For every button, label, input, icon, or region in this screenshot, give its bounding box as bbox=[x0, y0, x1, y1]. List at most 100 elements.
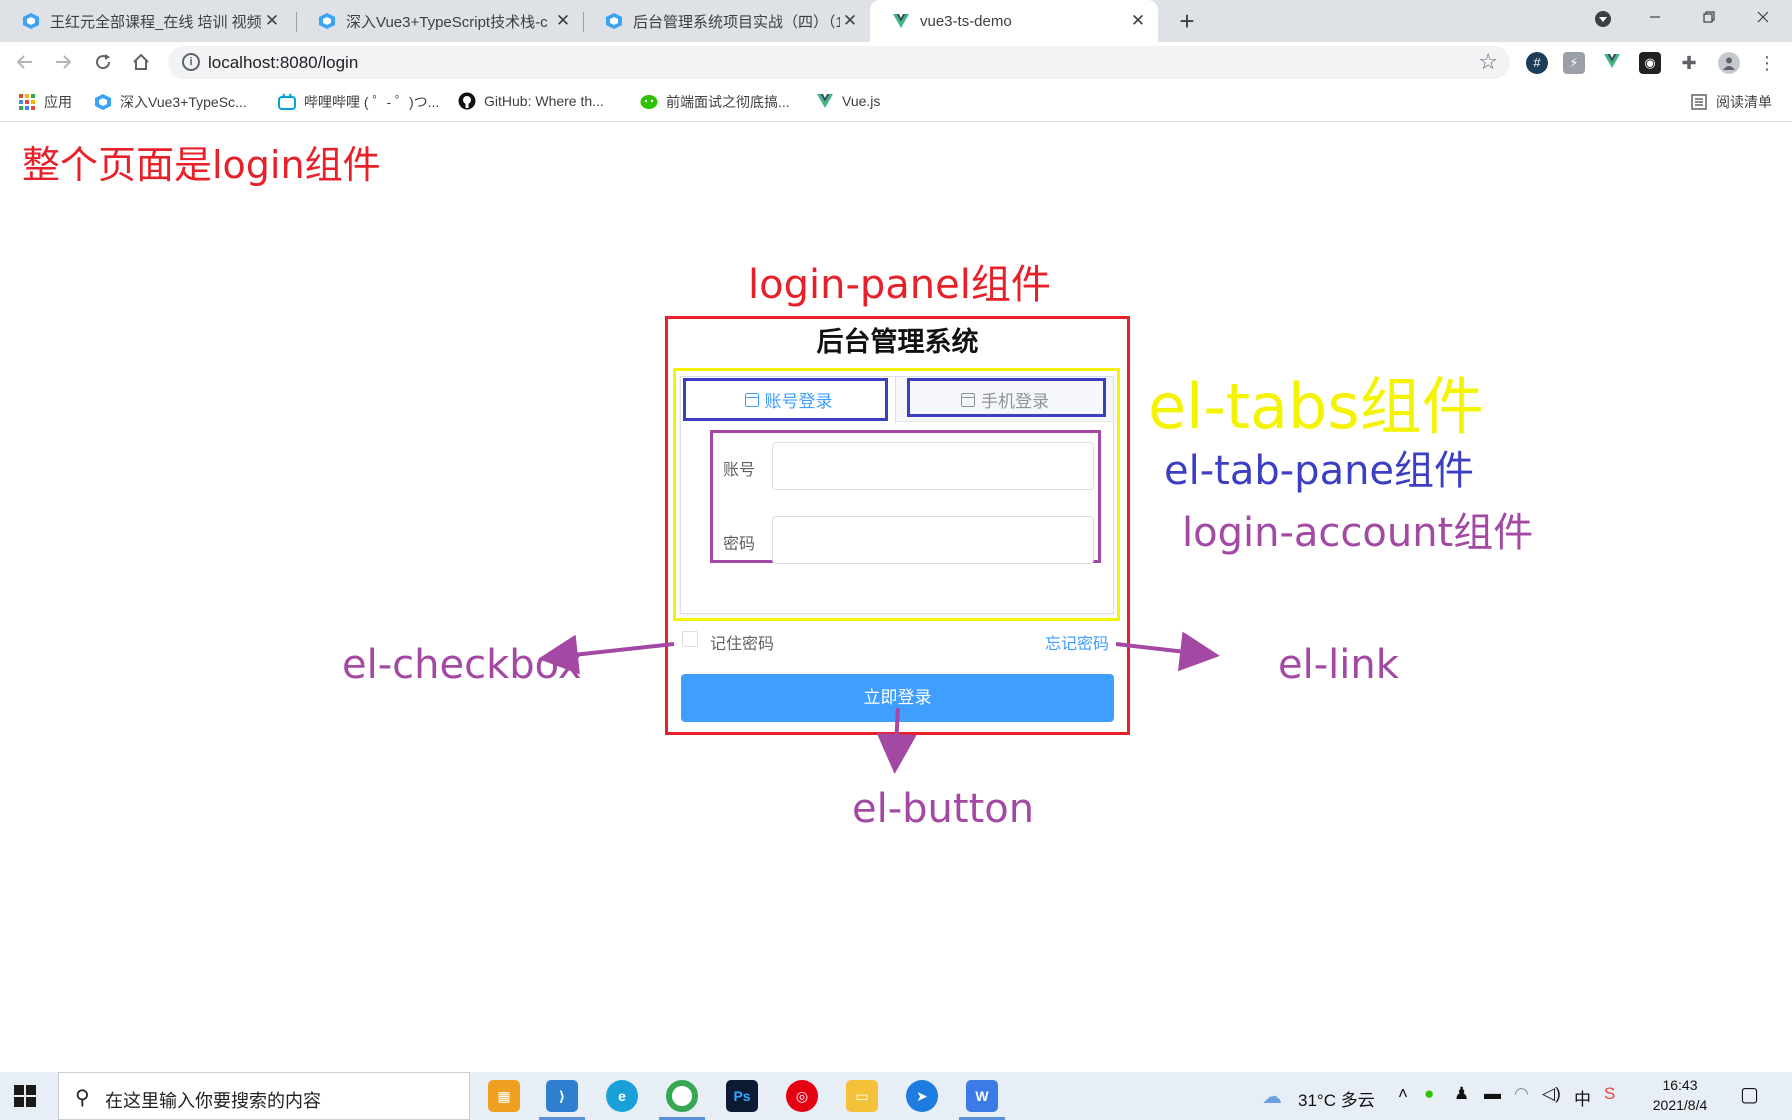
qq-tray-icon[interactable]: ♟ bbox=[1454, 1084, 1469, 1104]
tray-chevron-icon[interactable]: ˄ bbox=[1398, 1084, 1408, 1104]
windows-start-icon[interactable] bbox=[14, 1085, 36, 1107]
browser-toolbar: i localhost:8080/login ☆ # ⚡ ◉ ✚ ⋮ bbox=[0, 42, 1792, 82]
tab-title: 深入Vue3+TypeScript技术栈-c bbox=[346, 13, 548, 31]
app-tray-icon[interactable]: S bbox=[1604, 1084, 1615, 1104]
remember-password-checkbox[interactable] bbox=[682, 631, 698, 647]
photoshop-icon[interactable]: Ps bbox=[726, 1080, 758, 1112]
url-text[interactable]: localhost:8080/login bbox=[208, 53, 358, 73]
account-label: 账号 bbox=[723, 462, 756, 479]
wps-icon[interactable]: W bbox=[966, 1080, 998, 1112]
bookmark-apps[interactable]: 应用 bbox=[18, 92, 72, 112]
reading-list-icon bbox=[1691, 94, 1707, 110]
el-tab-pane-outline-phone bbox=[907, 378, 1106, 417]
network-icon[interactable]: ◠ bbox=[1514, 1084, 1529, 1104]
bookmark-label: 深入Vue3+TypeSc... bbox=[120, 94, 247, 110]
back-icon[interactable] bbox=[10, 47, 40, 77]
new-tab-button[interactable]: + bbox=[1172, 6, 1202, 36]
bilibili-icon bbox=[278, 93, 296, 110]
battery-icon[interactable]: ▬ bbox=[1484, 1084, 1501, 1104]
search-placeholder: 在这里输入你要搜索的内容 bbox=[105, 1091, 321, 1111]
vue-devtools-icon[interactable] bbox=[1601, 52, 1623, 74]
windows-taskbar: ⚲ 在这里输入你要搜索的内容 ▦ ⟩ e Ps ◎ ▭ ➤ W ☁ 31°C 多… bbox=[0, 1072, 1792, 1120]
app-arrow-icon[interactable]: ➤ bbox=[906, 1080, 938, 1112]
annotation-login-page: 整个页面是login组件 bbox=[22, 143, 381, 187]
more-menu-icon[interactable]: ⋮ bbox=[1756, 52, 1778, 74]
tab-title: vue3-ts-demo bbox=[920, 12, 1012, 30]
remember-password-label[interactable]: 记住密码 bbox=[710, 630, 774, 654]
close-tab-icon[interactable]: ✕ bbox=[262, 11, 282, 31]
bookmark-label: 前端面试之彻底搞... bbox=[666, 94, 790, 110]
bookmark-bilibili[interactable]: 哔哩哔哩 ( ゜- ゜)つ... bbox=[278, 92, 439, 112]
login-submit-button[interactable]: 立即登录 bbox=[681, 674, 1114, 722]
extensions-puzzle-icon[interactable]: ✚ bbox=[1678, 52, 1700, 74]
extension-dark-icon[interactable]: ◉ bbox=[1639, 52, 1661, 74]
vue-icon bbox=[817, 94, 833, 108]
bookmark-label: 哔哩哔哩 ( ゜- ゜)つ... bbox=[304, 94, 440, 110]
restore-icon[interactable] bbox=[1682, 0, 1736, 38]
file-explorer-icon[interactable]: ▭ bbox=[846, 1080, 878, 1112]
minimize-icon[interactable] bbox=[1628, 0, 1682, 38]
taskbar-app-icon[interactable]: ▦ bbox=[488, 1080, 520, 1112]
browser-tab-3[interactable]: 后台管理系统项目实战（四）（1 ✕ bbox=[583, 0, 870, 42]
forward-icon[interactable] bbox=[48, 47, 78, 77]
close-tab-icon[interactable]: ✕ bbox=[553, 11, 573, 31]
site-favicon bbox=[23, 13, 39, 29]
site-favicon bbox=[95, 94, 111, 110]
annotation-el-tab-pane: el-tab-pane组件 bbox=[1164, 448, 1475, 494]
page-content: 整个页面是login组件 login-panel组件 el-tabs组件 el-… bbox=[0, 122, 1792, 1072]
browser-tab-2[interactable]: 深入Vue3+TypeScript技术栈-c ✕ bbox=[296, 0, 583, 42]
vue-icon bbox=[893, 14, 909, 28]
bookmark-wechat-article[interactable]: 前端面试之彻底搞... bbox=[640, 92, 790, 112]
extension-hash-icon[interactable]: # bbox=[1526, 52, 1548, 74]
bookmark-label: GitHub: Where th... bbox=[484, 93, 604, 109]
annotation-el-checkbox: el-checkbox bbox=[342, 642, 582, 688]
netease-music-icon[interactable]: ◎ bbox=[786, 1080, 818, 1112]
notification-icon[interactable]: ▢ bbox=[1740, 1082, 1759, 1107]
bookmark-vue3-course[interactable]: 深入Vue3+TypeSc... bbox=[94, 92, 247, 112]
weather-text[interactable]: 31°C 多云 bbox=[1298, 1086, 1375, 1111]
login-panel-title: 后台管理系统 bbox=[816, 327, 979, 357]
edge-icon[interactable]: e bbox=[606, 1080, 638, 1112]
ime-indicator[interactable]: 中 bbox=[1574, 1085, 1591, 1110]
forgot-password-link[interactable]: 忘记密码 bbox=[1045, 630, 1109, 654]
home-icon[interactable] bbox=[126, 47, 156, 77]
annotation-login-panel: login-panel组件 bbox=[748, 262, 1051, 308]
bookmark-github[interactable]: GitHub: Where th... bbox=[458, 92, 604, 110]
password-input[interactable] bbox=[772, 516, 1094, 564]
wechat-tray-icon[interactable]: ● bbox=[1424, 1084, 1434, 1104]
bookmark-vuejs[interactable]: Vue.js bbox=[816, 92, 880, 110]
apps-grid-icon bbox=[19, 94, 35, 110]
tab-title: 后台管理系统项目实战（四）（1 bbox=[633, 13, 840, 31]
taskbar-clock[interactable]: 16:43 2021/8/4 bbox=[1640, 1075, 1720, 1115]
reading-list-button[interactable]: 阅读清单 bbox=[1690, 92, 1772, 112]
bookmarks-bar: 应用 深入Vue3+TypeSc... 哔哩哔哩 ( ゜- ゜)つ... Git… bbox=[0, 82, 1792, 122]
github-icon bbox=[458, 92, 476, 110]
annotation-el-tabs: el-tabs组件 bbox=[1148, 370, 1484, 443]
close-window-icon[interactable] bbox=[1736, 0, 1790, 38]
account-input[interactable] bbox=[772, 442, 1094, 490]
close-tab-icon[interactable]: ✕ bbox=[1128, 11, 1148, 31]
browser-tab-1[interactable]: 王红元全部课程_在线 培训 视频 ✕ bbox=[0, 0, 292, 42]
clock-time: 16:43 bbox=[1662, 1077, 1698, 1093]
clock-date: 2021/8/4 bbox=[1652, 1097, 1708, 1113]
taskbar-search-box[interactable]: ⚲ 在这里输入你要搜索的内容 bbox=[58, 1072, 470, 1120]
vscode-icon[interactable]: ⟩ bbox=[546, 1080, 578, 1112]
password-label: 密码 bbox=[723, 536, 756, 553]
browser-tab-active[interactable]: vue3-ts-demo ✕ bbox=[870, 0, 1158, 42]
wechat-icon bbox=[640, 95, 658, 109]
weather-cloud-icon[interactable]: ☁ bbox=[1262, 1084, 1282, 1109]
site-info-icon[interactable]: i bbox=[182, 53, 200, 71]
address-bar[interactable]: i localhost:8080/login ☆ bbox=[168, 46, 1510, 79]
volume-icon[interactable]: ◁) bbox=[1542, 1084, 1561, 1104]
profile-menu-icon[interactable] bbox=[1576, 0, 1630, 38]
reload-icon[interactable] bbox=[88, 47, 118, 77]
arrow-to-link bbox=[1115, 631, 1220, 672]
extension-gray-icon[interactable]: ⚡ bbox=[1563, 52, 1585, 74]
account-avatar-icon[interactable] bbox=[1718, 52, 1740, 74]
bookmark-label: Vue.js bbox=[842, 93, 881, 109]
close-tab-icon[interactable]: ✕ bbox=[840, 11, 860, 31]
chrome-icon[interactable] bbox=[666, 1080, 698, 1112]
annotation-el-button: el-button bbox=[852, 786, 1035, 832]
bookmark-star-icon[interactable]: ☆ bbox=[1478, 49, 1498, 75]
el-tab-pane-outline-account bbox=[683, 378, 888, 421]
